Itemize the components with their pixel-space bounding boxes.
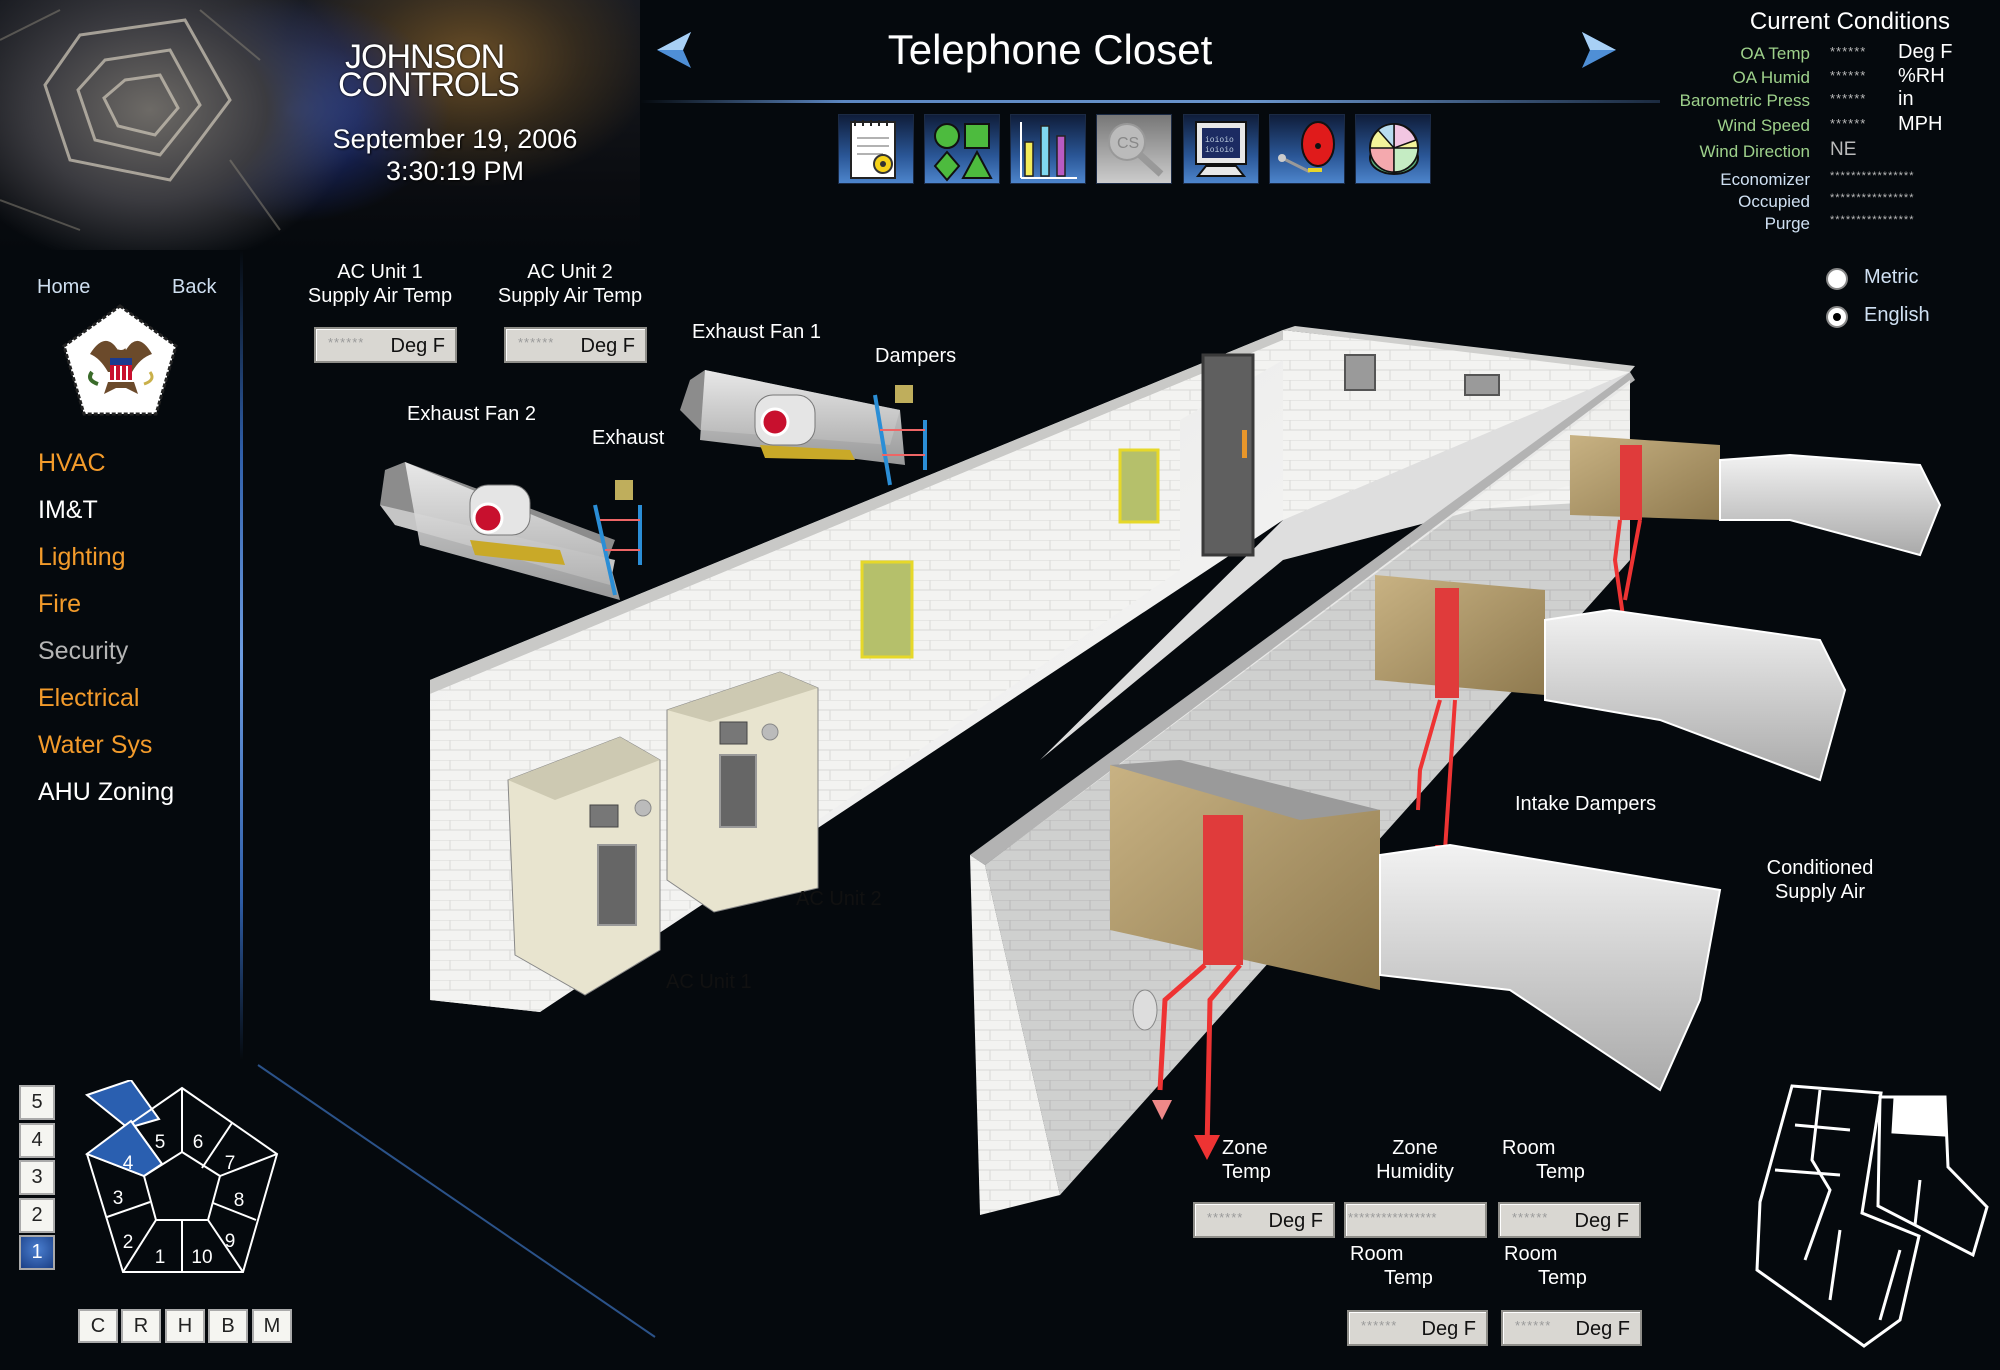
floor-2-button[interactable]: 2 (19, 1198, 55, 1233)
label-line: Room (1502, 1137, 1556, 1159)
ac1-supply-air-temp-readout: ****** Deg F (314, 327, 457, 363)
room-temp-label-1: Room Temp (1502, 1136, 1586, 1184)
readout-unit: Deg F (1268, 1210, 1323, 1232)
intake-dampers-label: Intake Dampers (1515, 793, 1657, 815)
ring-r-button[interactable]: R (121, 1309, 161, 1343)
wedge-3-label[interactable]: 3 (113, 1188, 124, 1209)
label-line: Zone (1222, 1137, 1268, 1159)
readout-value: ****** (1512, 1210, 1549, 1225)
wedge-8-label[interactable]: 8 (234, 1190, 245, 1211)
floor-3-button[interactable]: 3 (19, 1160, 55, 1195)
ac2-supply-air-temp-label: AC Unit 2 Supply Air Temp (490, 260, 650, 308)
floor-1-button[interactable]: 1 (19, 1235, 55, 1270)
room-temp-readout-2: ****** Deg F (1347, 1310, 1488, 1346)
readout-value: ****** (328, 335, 365, 350)
pentagon-wedge-selector: 1 2 3 4 5 6 7 8 9 10 (84, 1080, 279, 1273)
telephone-closet-3d-diagram (257, 326, 1989, 1348)
zone-temp-label: Zone Temp (1222, 1136, 1292, 1184)
label-line: Temp (1538, 1267, 1587, 1289)
wall-vent-1 (1118, 448, 1160, 524)
building-floorplan-map-icon[interactable] (1755, 1084, 1989, 1348)
readout-value: ****** (1207, 1210, 1244, 1225)
ring-m-button[interactable]: M (252, 1309, 292, 1343)
room-temp-readout-3: ****** Deg F (1501, 1310, 1642, 1346)
label-line: Temp (1384, 1267, 1433, 1289)
label-line: Room (1350, 1243, 1404, 1265)
zone-humidity-readout: **************** (1344, 1202, 1487, 1238)
ac-unit-2-label: AC Unit 2 (796, 888, 882, 910)
exhaust-fan-2-duct[interactable] (380, 462, 642, 600)
ring-c-button[interactable]: C (78, 1309, 118, 1343)
wedge-6-label[interactable]: 6 (193, 1132, 204, 1153)
sensor (1464, 374, 1500, 396)
ac1-supply-air-temp-label: AC Unit 1 Supply Air Temp (300, 260, 460, 308)
readout-value: **************** (1348, 1210, 1437, 1225)
exhaust-fan-1-duct[interactable] (680, 370, 927, 486)
label-line: Supply Air (1774, 881, 1866, 903)
label-line: Supply Air Temp (497, 285, 643, 307)
readout-value: ****** (1361, 1318, 1398, 1333)
ac2-supply-air-temp-readout: ****** Deg F (504, 327, 647, 363)
ac-unit-2[interactable] (666, 671, 819, 913)
floor-5-button[interactable]: 5 (19, 1085, 55, 1120)
readout-unit: Deg F (1575, 1318, 1630, 1340)
wedge-9-label[interactable]: 9 (225, 1231, 236, 1252)
wedge-2-label[interactable]: 2 (123, 1232, 134, 1253)
room-temp-readout-1: ****** Deg F (1498, 1202, 1641, 1238)
thermostat (1344, 354, 1376, 391)
label-line: Conditioned (1766, 857, 1874, 879)
conditioned-supply-air-label: Conditioned Supply Air (1755, 856, 1885, 904)
dampers-label: Dampers (875, 345, 957, 367)
label-line: Zone (1392, 1137, 1438, 1159)
exhaust-label: Exhaust (592, 427, 665, 449)
label-line: Supply Air Temp (307, 285, 453, 307)
label-line: Temp (1536, 1161, 1585, 1183)
readout-value: ****** (518, 335, 555, 350)
label-line: Room (1504, 1243, 1558, 1265)
wall-vent-2 (860, 560, 914, 659)
room-temp-label-2: Room Temp (1350, 1242, 1440, 1290)
readout-unit: Deg F (580, 335, 635, 357)
zone-humidity-label: Zone Humidity (1370, 1136, 1460, 1184)
zone-temp-readout: ****** Deg F (1193, 1202, 1335, 1238)
label-line: Humidity (1376, 1161, 1454, 1183)
room-temp-label-3: Room Temp (1504, 1242, 1594, 1290)
readout-unit: Deg F (1421, 1318, 1476, 1340)
label-line: AC Unit 2 (527, 261, 613, 283)
ring-b-button[interactable]: B (208, 1309, 248, 1343)
ac-unit-1-label: AC Unit 1 (666, 971, 752, 993)
wedge-1-label[interactable]: 1 (155, 1247, 166, 1268)
ring-h-button[interactable]: H (165, 1309, 205, 1343)
ac-unit-1[interactable] (507, 736, 661, 996)
readout-value: ****** (1515, 1318, 1552, 1333)
wedge-10-label[interactable]: 10 (191, 1247, 212, 1268)
readout-unit: Deg F (390, 335, 445, 357)
decorative-accent-line (257, 1064, 656, 1338)
floor-4-button[interactable]: 4 (19, 1123, 55, 1158)
wedge-7-label[interactable]: 7 (225, 1153, 236, 1174)
exhaust-fan-2-label: Exhaust Fan 2 (407, 403, 536, 425)
wedge-5-label[interactable]: 5 (155, 1132, 166, 1153)
wedge-4[interactable] (84, 1080, 161, 1130)
label-line: AC Unit 1 (337, 261, 423, 283)
wedge-4-label[interactable]: 4 (123, 1153, 134, 1174)
exhaust-fan-1-label: Exhaust Fan 1 (692, 321, 821, 343)
readout-unit: Deg F (1574, 1210, 1629, 1232)
label-line: Temp (1222, 1161, 1271, 1183)
